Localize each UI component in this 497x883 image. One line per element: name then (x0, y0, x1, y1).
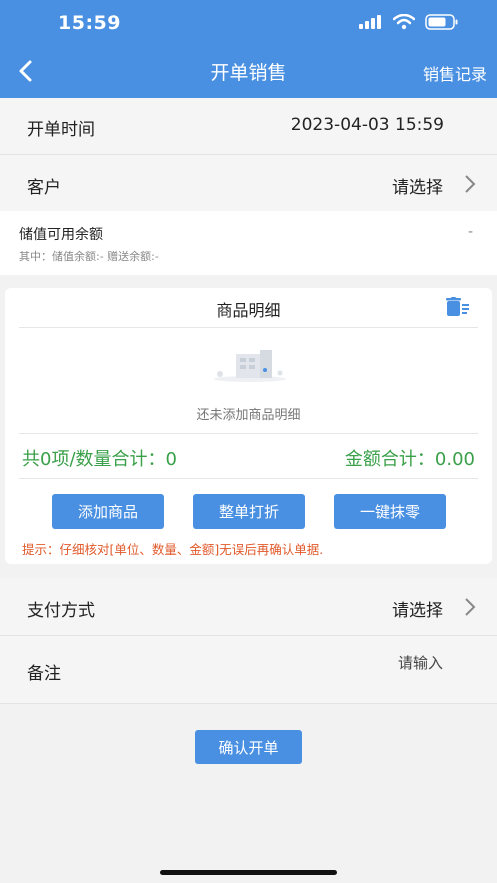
customer-label: 客户 (27, 178, 61, 198)
status-time: 15:59 (58, 12, 121, 34)
remark-label: 备注 (27, 664, 61, 684)
payment-select[interactable]: 请选择 (392, 596, 443, 621)
clear-list-icon[interactable] (446, 297, 470, 317)
divider (19, 478, 478, 479)
confirm-order-button[interactable]: 确认开单 (195, 730, 302, 764)
whole-order-discount-button[interactable]: 整单打折 (193, 494, 305, 529)
sales-record-link[interactable]: 销售记录 (423, 61, 487, 85)
balance-title: 储值可用余额 (19, 227, 103, 243)
customer-row[interactable]: 客户 请选择 (0, 155, 497, 212)
empty-illustration-icon (214, 350, 286, 382)
battery-icon (425, 14, 458, 30)
round-off-button[interactable]: 一键抹零 (334, 494, 446, 529)
stored-balance-panel: 储值可用余额 - 其中：储值余额:- 赠送余额:- (0, 211, 497, 275)
chevron-right-icon (465, 598, 476, 616)
quantity-summary: 共0项/数量合计：0 (22, 449, 177, 470)
signal-icon (359, 15, 381, 29)
chevron-right-icon (465, 175, 476, 193)
customer-select[interactable]: 请选择 (392, 173, 443, 198)
order-time-value: 2023-04-03 15:59 (290, 115, 444, 135)
home-indicator (160, 870, 337, 875)
goods-detail-card: 商品明细 还未添加商品明细 共0项/数量合计：0 金额合计：0.00 添加商品 … (5, 288, 492, 564)
verify-tip: 提示：仔细核对[单位、数量、金额]无误后再确认单据. (22, 542, 324, 557)
balance-detail: 其中：储值余额:- 赠送余额:- (19, 250, 159, 263)
payment-row[interactable]: 支付方式 请选择 (0, 578, 497, 636)
payment-label: 支付方式 (27, 601, 95, 621)
divider (19, 433, 478, 434)
balance-value: - (467, 224, 473, 240)
status-icons (359, 14, 459, 30)
order-time-label: 开单时间 (27, 120, 95, 140)
app-header: 15:59 开单销售 销售记录 (0, 0, 497, 98)
divider (19, 327, 478, 328)
goods-title: 商品明细 (216, 301, 281, 320)
empty-goods-text: 还未添加商品明细 (196, 408, 301, 423)
remark-row: 备注 请输入 (0, 636, 497, 704)
amount-summary: 金额合计：0.00 (344, 449, 475, 470)
order-time-row: 开单时间 2023-04-03 15:59 (0, 98, 497, 155)
remark-input[interactable]: 请输入 (398, 652, 443, 673)
add-goods-button[interactable]: 添加商品 (52, 494, 164, 529)
wifi-icon (393, 14, 415, 30)
